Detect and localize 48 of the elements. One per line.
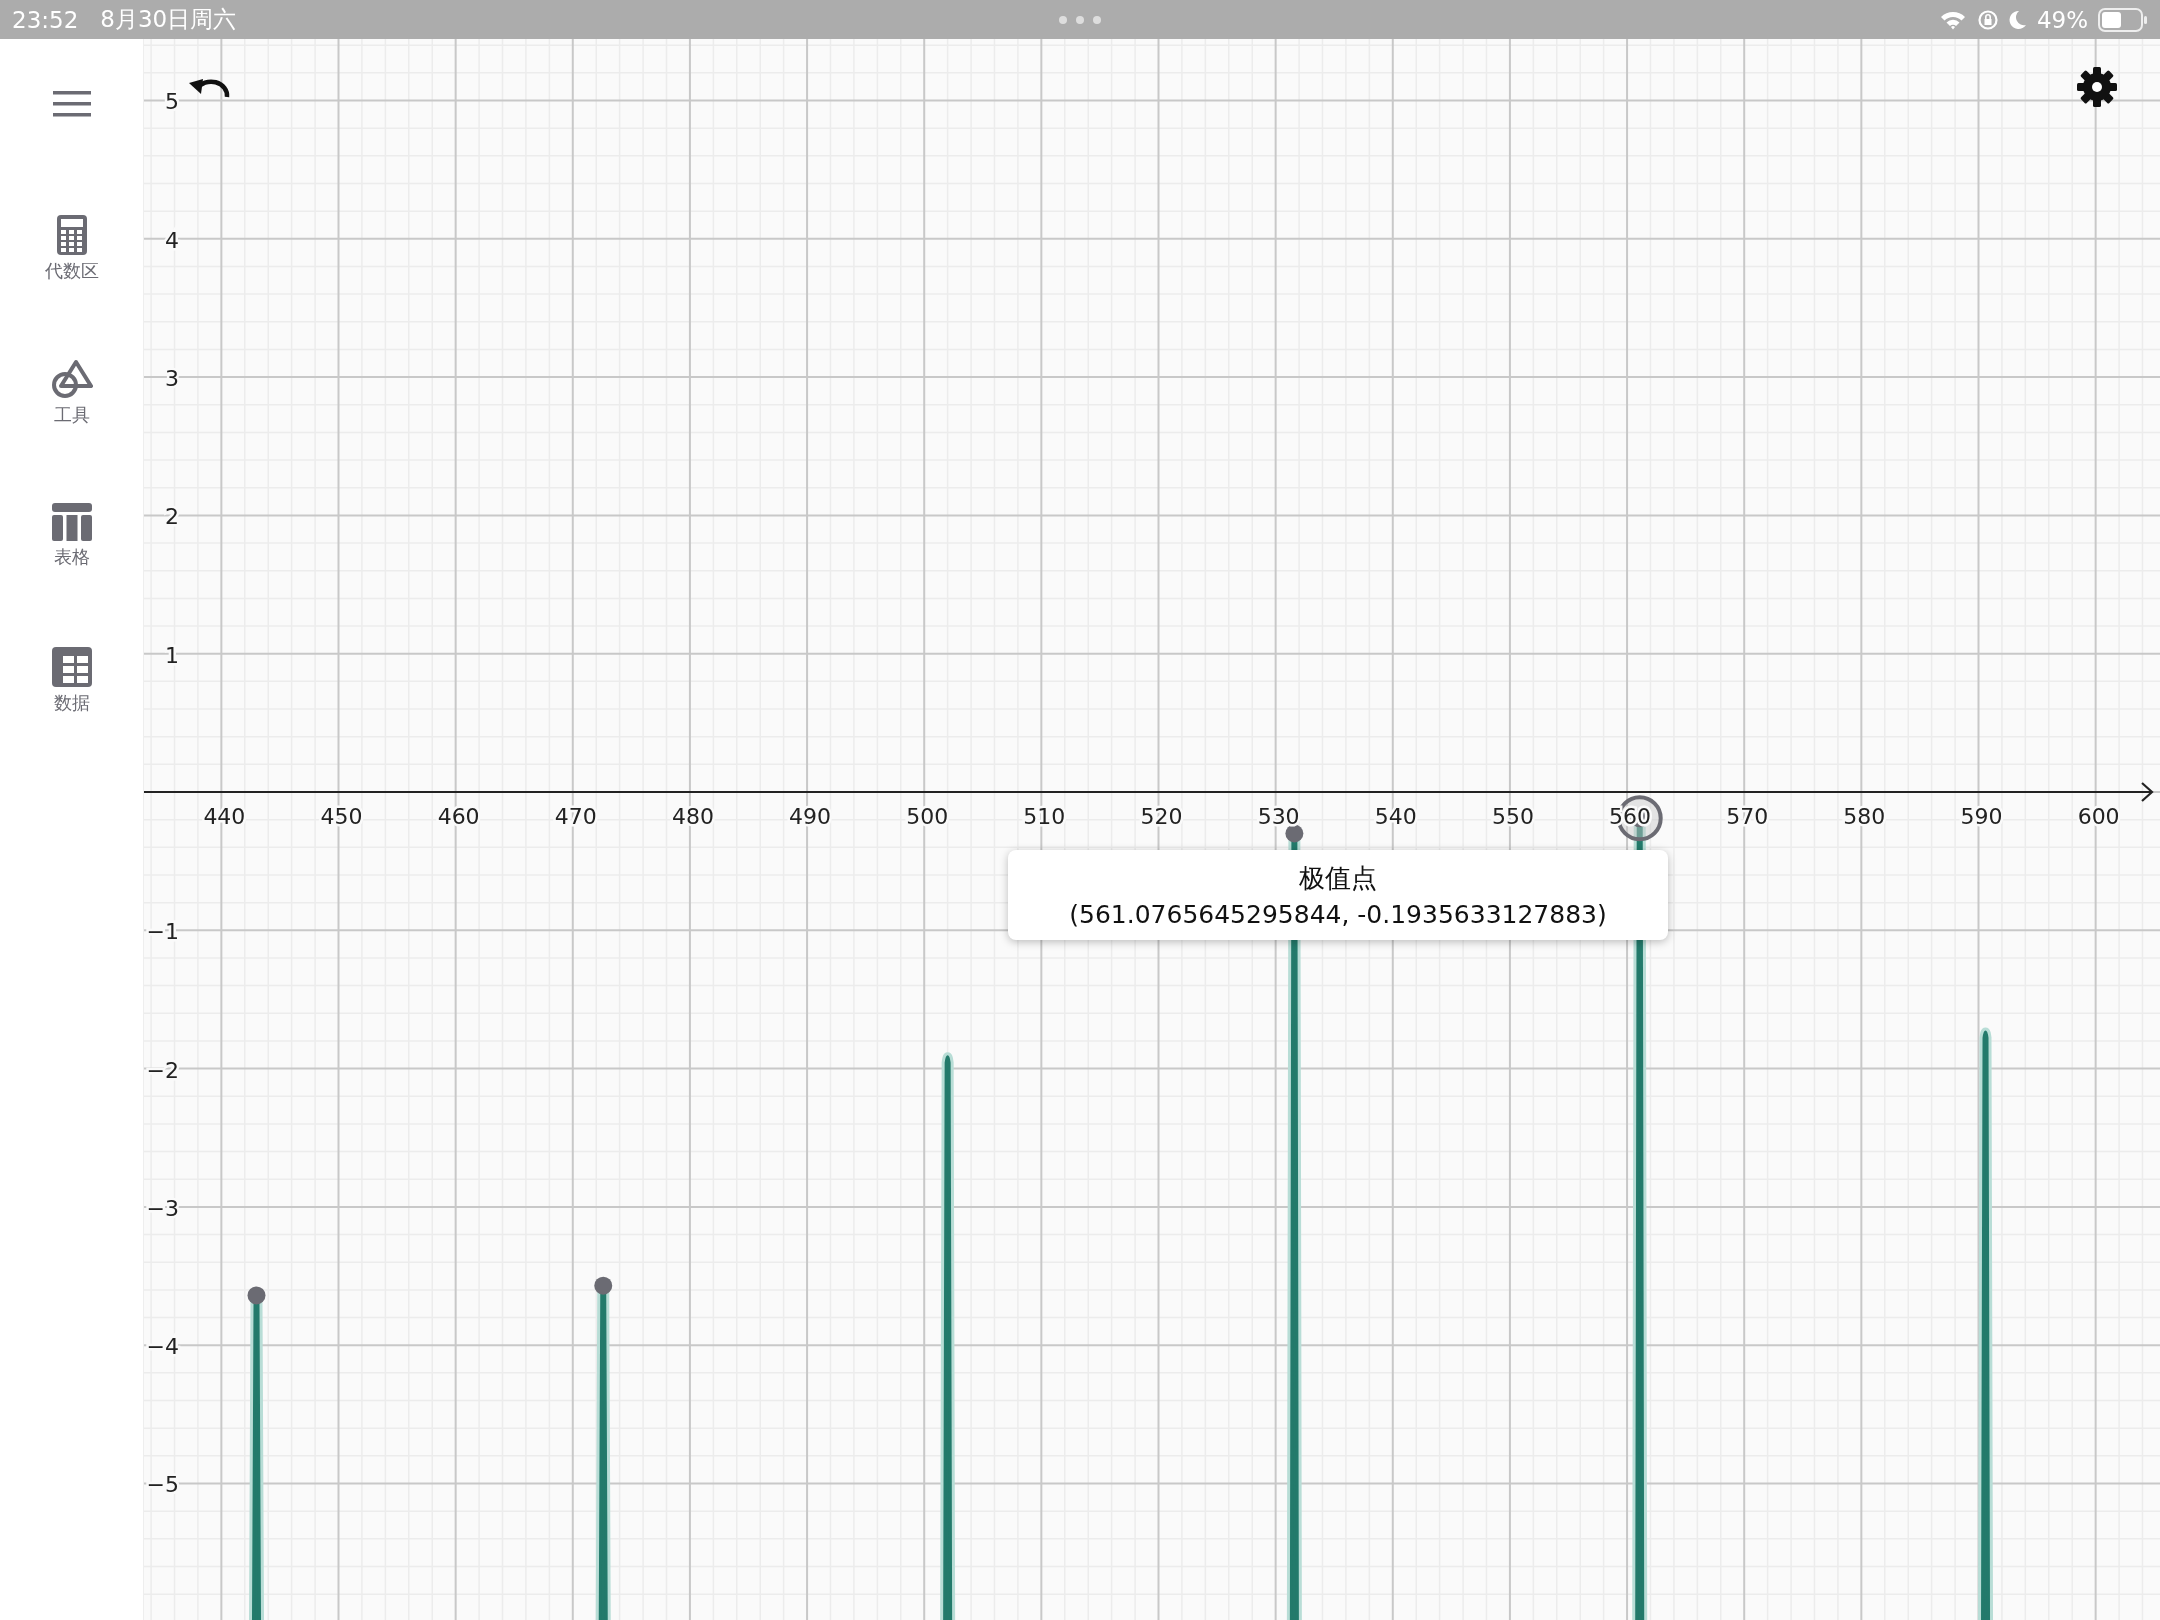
x-tick-label: 510 xyxy=(1023,804,1066,829)
battery-icon xyxy=(2098,7,2148,32)
table-icon xyxy=(51,503,92,541)
tooltip-coordinates: (561.0765645295844, -0.1935633127883) xyxy=(1069,900,1607,929)
y-tick-label: −4 xyxy=(146,1334,179,1360)
x-tick-label: 530 xyxy=(1257,804,1300,829)
settings-icon[interactable] xyxy=(2076,66,2118,108)
status-time: 23:52 xyxy=(12,6,79,33)
x-tick-label: 470 xyxy=(554,804,597,829)
rotation-lock-icon xyxy=(1976,8,1999,31)
sidebar-tab[interactable]: 工具 xyxy=(50,359,93,503)
x-tick-label: 570 xyxy=(1726,804,1769,829)
x-tick-label: 490 xyxy=(789,804,832,829)
x-tick-label: 590 xyxy=(1960,804,2003,829)
sidebar-tab[interactable]: 数据 xyxy=(51,647,92,791)
y-tick-label: −5 xyxy=(146,1472,179,1498)
extremum-point[interactable] xyxy=(1285,824,1304,843)
x-tick-label: 580 xyxy=(1843,804,1886,829)
tooltip-title: 极值点 xyxy=(1299,862,1377,895)
x-tick-label: 460 xyxy=(437,804,480,829)
x-tick-label: 450 xyxy=(320,804,363,829)
extremum-point[interactable] xyxy=(247,1286,266,1305)
x-tick-label: 600 xyxy=(2077,804,2120,829)
extremum-point[interactable] xyxy=(594,1276,613,1295)
y-tick-label: 4 xyxy=(165,227,179,253)
x-tick-label: 440 xyxy=(203,804,246,829)
y-tick-label: 5 xyxy=(165,89,179,115)
sidebar-tab[interactable]: 表格 xyxy=(51,503,92,647)
x-tick-label: 550 xyxy=(1491,804,1534,829)
x-tick-label: 500 xyxy=(906,804,949,829)
multitasking-dots-icon[interactable] xyxy=(1058,15,1102,25)
x-tick-label: 480 xyxy=(671,804,714,829)
y-tick-label: −3 xyxy=(146,1195,179,1221)
spreadsheet-icon xyxy=(51,647,92,687)
battery-percent: 49% xyxy=(2036,6,2088,33)
y-tick-label: −1 xyxy=(146,919,179,945)
moon-icon xyxy=(2008,9,2027,30)
calculator-icon xyxy=(56,215,87,255)
menu-icon[interactable] xyxy=(52,91,91,117)
x-tick-label: 520 xyxy=(1140,804,1183,829)
y-tick-label: 3 xyxy=(165,366,179,392)
sidebar-tab[interactable]: 代数区 xyxy=(44,215,99,359)
y-tick-label: −2 xyxy=(146,1057,179,1083)
status-date: 8月30日周六 xyxy=(100,5,237,34)
y-tick-label: 2 xyxy=(165,504,179,530)
x-tick-label: 540 xyxy=(1374,804,1417,829)
y-tick-label: 1 xyxy=(165,642,179,668)
shapes-icon xyxy=(50,359,93,399)
